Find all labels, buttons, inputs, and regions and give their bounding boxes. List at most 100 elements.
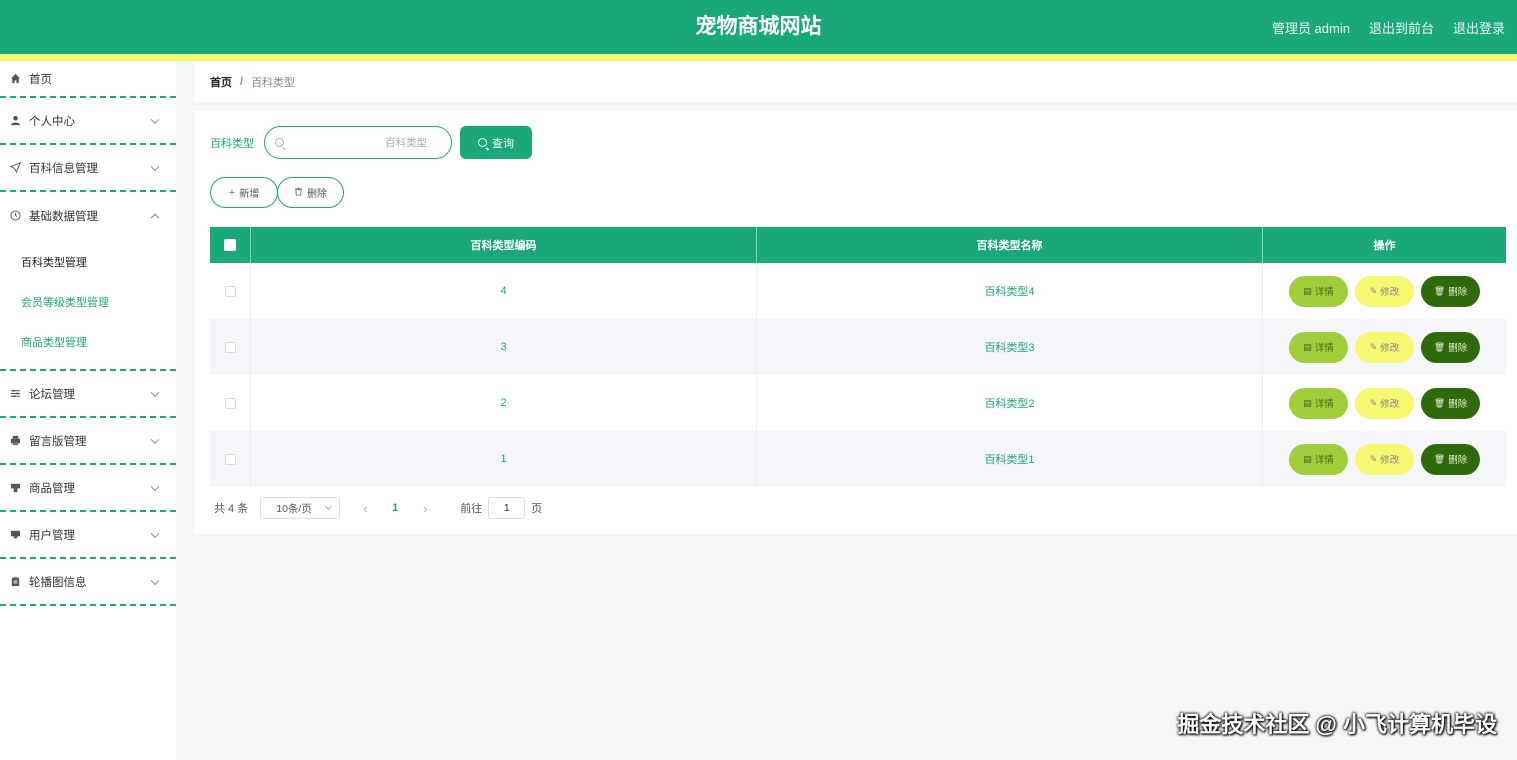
- breadcrumb-separator: /: [240, 76, 244, 88]
- table-row: 1 百科类型1 ▤ 详情 ✎ 修改 🗑 删除: [210, 431, 1506, 487]
- detail-button[interactable]: ▤ 详情: [1289, 443, 1348, 475]
- row-checkbox-cell: [210, 431, 251, 487]
- detail-button[interactable]: ▤ 详情: [1289, 387, 1348, 419]
- sidebar-item-encyclopedia-info[interactable]: 百科信息管理: [0, 145, 176, 192]
- row-actions: ▤ 详情 ✎ 修改 🗑 删除: [1289, 443, 1480, 475]
- sidebar-item-message-board[interactable]: 留言版管理: [0, 418, 176, 465]
- data-table: 百科类型编码 百科类型名称 操作 4 百科类型4 ▤ 详情 ✎ 修改 🗑 删除 3 百…: [210, 227, 1506, 487]
- pencil-icon: ✎: [1369, 397, 1378, 408]
- search-input[interactable]: [289, 127, 439, 158]
- column-header-code[interactable]: 百科类型编码: [251, 227, 757, 263]
- sidebar-item-personal-center[interactable]: 个人中心: [0, 98, 176, 145]
- edit-button-label: 修改: [1380, 455, 1400, 466]
- page-size-select[interactable]: 10条/页: [260, 497, 341, 519]
- prev-page-button[interactable]: ‹: [350, 501, 380, 516]
- submenu-item-member-level-type[interactable]: 会员等级类型管理: [0, 283, 176, 323]
- column-header-name[interactable]: 百科类型名称: [757, 227, 1263, 263]
- logout-link[interactable]: 退出登录: [1453, 18, 1505, 37]
- delete-button-label: 删除: [1448, 287, 1468, 298]
- select-all-checkbox[interactable]: [224, 239, 236, 251]
- submenu-item-product-type[interactable]: 商品类型管理: [0, 323, 176, 363]
- edit-button-label: 修改: [1380, 343, 1400, 354]
- sidebar-item-label: 留言版管理: [29, 435, 87, 448]
- chevron-down-icon: [150, 162, 160, 171]
- user-icon: [9, 114, 22, 127]
- sidebar-item-label: 个人中心: [29, 115, 75, 128]
- row-checkbox[interactable]: [224, 397, 236, 409]
- sidebar-item-carousel[interactable]: 轮播图信息: [0, 559, 176, 606]
- document-icon: ▤: [1303, 285, 1312, 296]
- add-button[interactable]: + 新增: [210, 177, 278, 208]
- document-icon: ▤: [1303, 453, 1312, 464]
- cell-code: 3: [251, 319, 757, 375]
- query-button-label: 查询: [492, 137, 514, 150]
- sidebar-item-label: 轮播图信息: [29, 576, 87, 589]
- sidebar-item-label: 用户管理: [29, 529, 75, 542]
- page-number-current[interactable]: 1: [380, 502, 410, 514]
- goto-page-input[interactable]: [488, 497, 526, 519]
- edit-button[interactable]: ✎ 修改: [1355, 275, 1414, 307]
- trash-icon: 🗑: [1433, 341, 1446, 352]
- row-checkbox[interactable]: [224, 285, 236, 297]
- trash-icon: 🗑: [1433, 397, 1446, 408]
- delete-button[interactable]: 🗑 删除: [1421, 443, 1480, 475]
- delete-button-label: 删除: [1448, 399, 1468, 410]
- admin-user-label[interactable]: 管理员 admin: [1272, 18, 1350, 37]
- search-label: 百科类型: [210, 137, 254, 150]
- delete-button[interactable]: 🗑 删除: [1421, 275, 1480, 307]
- sidebar-item-products[interactable]: 商品管理: [0, 465, 176, 512]
- cell-name: 百科类型2: [757, 375, 1263, 431]
- table-row: 3 百科类型3 ▤ 详情 ✎ 修改 🗑 删除: [210, 319, 1506, 375]
- sidebar-item-basic-data[interactable]: 基础数据管理: [0, 192, 176, 239]
- edit-button-label: 修改: [1380, 287, 1400, 298]
- batch-delete-button[interactable]: 删除: [277, 177, 344, 208]
- top-header: 宠物商城网站 管理员 admin 退出到前台 退出登录: [0, 0, 1517, 54]
- sidebar-item-forum[interactable]: 论坛管理: [0, 371, 176, 418]
- cell-name: 百科类型4: [757, 263, 1263, 319]
- cell-code: 4: [251, 263, 757, 319]
- clock-icon: [9, 209, 22, 222]
- pencil-icon: ✎: [1369, 285, 1378, 296]
- edit-button[interactable]: ✎ 修改: [1355, 387, 1414, 419]
- submenu-item-encyclopedia-type[interactable]: 百科类型管理: [0, 243, 176, 283]
- row-checkbox-cell: [210, 263, 251, 319]
- document-icon: ▤: [1303, 397, 1312, 408]
- trash-icon: 🗑: [1433, 285, 1446, 296]
- search-form: 百科类型 查询: [210, 126, 532, 159]
- cell-actions: ▤ 详情 ✎ 修改 🗑 删除: [1263, 375, 1506, 431]
- select-all-cell: [210, 227, 251, 263]
- goto-label: 前往: [460, 503, 483, 515]
- breadcrumb-home[interactable]: 首页: [210, 74, 232, 90]
- edit-button[interactable]: ✎ 修改: [1355, 443, 1414, 475]
- edit-button-label: 修改: [1380, 399, 1400, 410]
- monitor-icon: [9, 528, 22, 541]
- sidebar-item-users[interactable]: 用户管理: [0, 512, 176, 559]
- main-content-card: 百科类型 查询 + 新增 删除 百科类型编码 百科类型名称 操作: [194, 111, 1517, 534]
- cell-name: 百科类型1: [757, 431, 1263, 487]
- detail-button-label: 详情: [1314, 399, 1334, 410]
- pencil-icon: ✎: [1369, 341, 1378, 352]
- query-button[interactable]: 查询: [460, 126, 532, 159]
- pencil-icon: ✎: [1369, 453, 1378, 464]
- header-accent-stripe: [0, 54, 1517, 61]
- edit-button[interactable]: ✎ 修改: [1355, 331, 1414, 363]
- page-size-value: 10条/页: [276, 502, 312, 515]
- header-links: 管理员 admin 退出到前台 退出登录: [1272, 0, 1505, 54]
- chevron-down-icon: [150, 482, 160, 491]
- cell-code: 1: [251, 431, 757, 487]
- sidebar-item-label: 基础数据管理: [29, 210, 98, 223]
- delete-button[interactable]: 🗑 删除: [1421, 331, 1480, 363]
- row-checkbox[interactable]: [224, 341, 236, 353]
- delete-button[interactable]: 🗑 删除: [1421, 387, 1480, 419]
- delete-button-label: 删除: [1448, 343, 1468, 354]
- next-page-button[interactable]: ›: [410, 501, 440, 516]
- sidebar-item-home[interactable]: 首页: [0, 61, 176, 98]
- detail-button-label: 详情: [1314, 455, 1334, 466]
- sidebar: 首页 个人中心 百科信息管理 基础数据管理 百科类型管理 会员等级类型管理 商品…: [0, 61, 176, 760]
- back-to-front-link[interactable]: 退出到前台: [1369, 18, 1434, 37]
- detail-button[interactable]: ▤ 详情: [1289, 275, 1348, 307]
- cell-actions: ▤ 详情 ✎ 修改 🗑 删除: [1263, 431, 1506, 487]
- row-checkbox[interactable]: [224, 453, 236, 465]
- chevron-down-icon: [150, 576, 160, 585]
- detail-button[interactable]: ▤ 详情: [1289, 331, 1348, 363]
